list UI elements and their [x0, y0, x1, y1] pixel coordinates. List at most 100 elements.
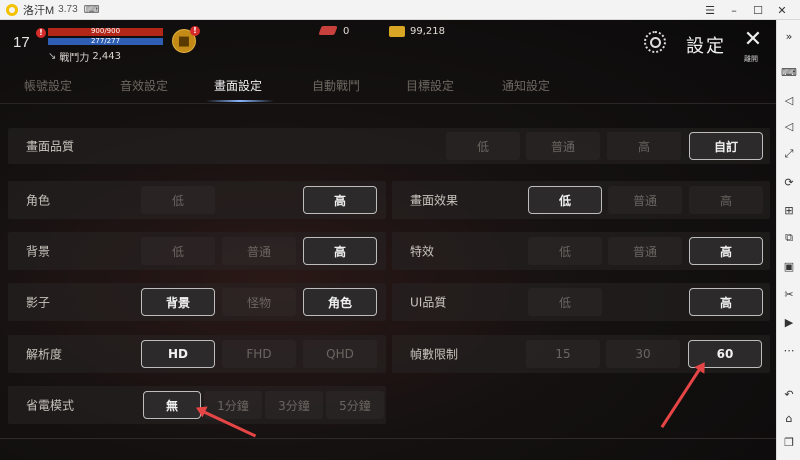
combat-power: ↘ 戰鬥力 2,443	[48, 49, 121, 64]
close-icon[interactable]: ✕	[743, 29, 763, 51]
quality-label: 畫面品質	[26, 139, 75, 154]
emulator-titlebar: 洛汗M 3.73 ⌨ ☰ – ☐ ✕	[0, 0, 800, 20]
row-resolution: 解析度 HD FHD QHD	[8, 335, 386, 373]
player-level: 17	[13, 34, 30, 51]
settings-tabs: 帳號設定 音效設定 畫面設定 自動戰鬥 目標設定 通知設定	[0, 72, 776, 102]
shadow-label: 影子	[26, 295, 51, 310]
maximize-icon[interactable]: ☐	[746, 0, 770, 20]
back-icon[interactable]: ↶	[781, 386, 797, 402]
quality-option-custom[interactable]: 自訂	[689, 132, 763, 160]
power-save-option-none[interactable]: 無	[143, 391, 201, 419]
shadow-option-monster[interactable]: 怪物	[222, 288, 296, 316]
fullscreen-icon[interactable]: ⤢	[781, 146, 797, 162]
row-ui-quality: UI品質 低 高	[392, 283, 770, 321]
gear-icon[interactable]	[644, 31, 666, 53]
frame-limit-option-30[interactable]: 30	[606, 340, 680, 368]
app-logo-icon	[6, 3, 18, 16]
volume-down-icon[interactable]: ◁	[781, 118, 797, 134]
ui-quality-option-high[interactable]: 高	[689, 288, 763, 316]
gamepad-icon[interactable]: ⌨	[84, 3, 100, 16]
power-value: 2,443	[92, 51, 122, 62]
home-icon[interactable]: ⌂	[781, 410, 797, 426]
special-effect-option-high[interactable]: 高	[689, 237, 763, 265]
quality-option-normal[interactable]: 普通	[526, 132, 600, 160]
resolution-label: 解析度	[26, 347, 63, 362]
special-effect-option-normal[interactable]: 普通	[608, 237, 682, 265]
gift-alert-badge: !	[190, 26, 200, 36]
power-save-option-3min[interactable]: 3分鐘	[265, 391, 323, 419]
ui-quality-label: UI品質	[410, 295, 447, 310]
sword-icon: ↘	[48, 51, 57, 62]
minimize-icon[interactable]: –	[722, 0, 746, 20]
special-effect-label: 特效	[410, 244, 435, 259]
screen-effect-label: 畫面效果	[410, 193, 459, 208]
mp-bar: 277/277	[48, 37, 163, 45]
tab-auto-battle[interactable]: 自動戰鬥	[312, 77, 360, 94]
background-option-normal[interactable]: 普通	[222, 237, 296, 265]
row-frame-limit: 幀數限制 15 30 60	[392, 335, 770, 373]
tab-sound[interactable]: 音效設定	[120, 77, 168, 94]
ui-quality-option-low[interactable]: 低	[528, 288, 602, 316]
shadow-option-character[interactable]: 角色	[303, 288, 377, 316]
install-apk-icon[interactable]: ⊞	[781, 202, 797, 218]
row-quality: 畫面品質 低 普通 高 自訂	[8, 128, 770, 164]
keyboard-icon[interactable]: ⌨	[781, 64, 797, 80]
screenshot-icon[interactable]: ▣	[781, 258, 797, 274]
page-title: 設定	[686, 36, 726, 57]
tab-display[interactable]: 畫面設定	[214, 77, 262, 94]
special-effect-option-low[interactable]: 低	[528, 237, 602, 265]
bottom-divider	[0, 438, 776, 439]
resolution-option-hd[interactable]: HD	[141, 340, 215, 368]
rotate-icon[interactable]: ⟳	[781, 174, 797, 190]
scissors-icon[interactable]: ✂	[781, 286, 797, 302]
hp-text: 900/900	[90, 27, 121, 35]
multi-instance-icon[interactable]: ⧉	[781, 230, 797, 246]
recent-apps-icon[interactable]: ❐	[781, 434, 797, 450]
more-icon[interactable]: ⋯	[781, 342, 797, 358]
close-label: 離開	[744, 55, 758, 63]
gold-count: 99,218	[410, 26, 445, 37]
resolution-option-fhd[interactable]: FHD	[222, 340, 296, 368]
window-controls: ☰ – ☐ ✕	[698, 0, 794, 20]
active-tab-indicator	[206, 100, 274, 102]
row-special-effect: 特效 低 普通 高	[392, 232, 770, 270]
frame-limit-label: 幀數限制	[410, 347, 459, 362]
gem-count: 0	[343, 26, 350, 37]
tab-target[interactable]: 目標設定	[406, 77, 454, 94]
expand-icon[interactable]: »	[781, 28, 797, 44]
annotation-arrow-frame-limit	[660, 367, 702, 429]
gold-icon	[389, 26, 405, 37]
game-screen: 17 ! 900/900 277/277 ↘ 戰鬥力 2,443 ■ ! 0 9…	[0, 20, 776, 460]
power-save-label: 省電模式	[26, 398, 75, 413]
frame-limit-option-15[interactable]: 15	[526, 340, 600, 368]
hp-bar: 900/900	[48, 27, 163, 36]
app-title: 洛汗M	[23, 4, 55, 17]
mp-text: 277/277	[90, 37, 121, 45]
screen-effect-option-low[interactable]: 低	[528, 186, 602, 214]
record-icon[interactable]: ▶	[781, 314, 797, 330]
close-window-icon[interactable]: ✕	[770, 0, 794, 20]
shadow-option-background[interactable]: 背景	[141, 288, 215, 316]
character-option-high[interactable]: 高	[303, 186, 377, 214]
background-label: 背景	[26, 244, 51, 259]
character-option-low[interactable]: 低	[141, 186, 215, 214]
volume-up-icon[interactable]: ◁	[781, 92, 797, 108]
emulator-sidebar: » ⌨ ◁ ◁ ⤢ ⟳ ⊞ ⧉ ▣ ✂ ▶ ⋯ ↶ ⌂ ❐	[776, 20, 800, 460]
tab-account[interactable]: 帳號設定	[24, 77, 72, 94]
tabs-divider	[0, 103, 776, 104]
tab-notification[interactable]: 通知設定	[502, 77, 550, 94]
screen-effect-option-normal[interactable]: 普通	[608, 186, 682, 214]
screen-effect-option-high[interactable]: 高	[689, 186, 763, 214]
quality-option-low[interactable]: 低	[446, 132, 520, 160]
quality-option-high[interactable]: 高	[607, 132, 681, 160]
row-character: 角色 低 高	[8, 181, 386, 219]
background-option-low[interactable]: 低	[141, 237, 215, 265]
power-save-option-5min[interactable]: 5分鐘	[326, 391, 384, 419]
resolution-option-qhd[interactable]: QHD	[303, 340, 377, 368]
character-label: 角色	[26, 193, 51, 208]
background-option-high[interactable]: 高	[303, 237, 377, 265]
row-background: 背景 低 普通 高	[8, 232, 386, 270]
app-version: 3.73	[58, 4, 78, 15]
menu-icon[interactable]: ☰	[698, 0, 722, 20]
alert-badge: !	[36, 28, 46, 38]
